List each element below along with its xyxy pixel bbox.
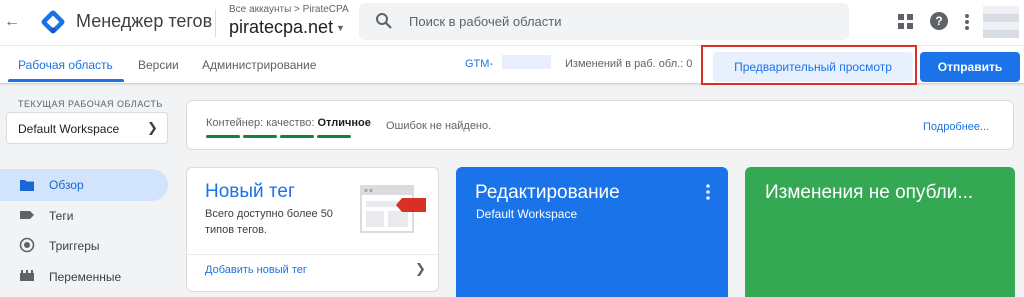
more-vert-icon[interactable] bbox=[963, 12, 971, 32]
sidebar-item-triggers[interactable]: Триггеры bbox=[49, 239, 100, 253]
edit-card-title: Редактирование bbox=[475, 182, 620, 203]
overview-folder-icon bbox=[20, 180, 34, 191]
highlight-box bbox=[701, 45, 917, 85]
changes-card-title: Изменения не опубли... bbox=[765, 182, 974, 203]
caret-down-icon[interactable]: ▼ bbox=[336, 23, 345, 33]
avatar[interactable] bbox=[983, 6, 1019, 38]
tag-illustration-icon bbox=[360, 185, 426, 233]
sidebar-item-label[interactable]: Обзор bbox=[49, 178, 84, 192]
search-input[interactable]: Поиск в рабочей области bbox=[409, 14, 562, 29]
variables-icon bbox=[20, 270, 34, 281]
container-selector[interactable]: piratecpa.net bbox=[229, 17, 333, 38]
help-icon[interactable]: ? bbox=[930, 12, 948, 30]
quality-value: Отличное bbox=[317, 117, 371, 129]
edit-card-subtitle: Default Workspace bbox=[476, 207, 578, 221]
new-tag-title[interactable]: Новый тег bbox=[205, 181, 295, 203]
tab-workspace[interactable]: Рабочая область bbox=[18, 58, 113, 72]
app-title: Менеджер тегов bbox=[76, 11, 213, 31]
quality-status: Ошибок не найдено. bbox=[386, 120, 492, 132]
tab-versions[interactable]: Версии bbox=[138, 58, 179, 72]
tab-admin[interactable]: Администрирование bbox=[202, 58, 316, 72]
more-vert-icon[interactable] bbox=[704, 183, 712, 201]
chevron-right-icon[interactable]: ❯ bbox=[147, 120, 158, 136]
sidebar-item-variables[interactable]: Переменные bbox=[49, 270, 121, 284]
card-divider bbox=[187, 254, 438, 255]
redacted-id bbox=[502, 55, 551, 69]
apps-grid-icon[interactable] bbox=[897, 13, 914, 30]
submit-button[interactable]: Отправить bbox=[920, 52, 1020, 82]
header-divider bbox=[215, 9, 216, 37]
quality-label-text: Контейнер: качество: bbox=[206, 117, 318, 129]
quality-bar-segment bbox=[206, 135, 240, 138]
workspace-changes-count: Изменений в раб. обл.: 0 bbox=[565, 58, 693, 70]
breadcrumb[interactable]: Все аккаунты > PirateCPA bbox=[229, 4, 349, 15]
chevron-right-icon[interactable]: ❯ bbox=[415, 261, 426, 277]
add-new-tag-link[interactable]: Добавить новый тег bbox=[205, 264, 307, 276]
gtm-logo-icon bbox=[41, 10, 65, 34]
quality-bar-segment bbox=[243, 135, 277, 138]
workspace-name[interactable]: Default Workspace bbox=[18, 122, 119, 136]
quality-label: Контейнер: качество: Отличное bbox=[206, 117, 371, 129]
container-id-link[interactable]: GTM- bbox=[465, 58, 493, 70]
sidebar-item-tags[interactable]: Теги bbox=[49, 209, 73, 223]
trigger-icon bbox=[19, 237, 35, 253]
arrow-left-icon[interactable]: ← bbox=[4, 11, 20, 33]
new-tag-description: Всего доступно более 50 типов тегов. bbox=[205, 208, 333, 236]
active-tab-indicator bbox=[8, 79, 124, 82]
quality-bar-segment bbox=[280, 135, 314, 138]
tag-icon bbox=[20, 211, 34, 219]
search-icon bbox=[376, 13, 392, 29]
details-link[interactable]: Подробнее... bbox=[923, 121, 989, 133]
quality-bar-segment bbox=[317, 135, 351, 138]
workspace-label: ТЕКУЩАЯ РАБОЧАЯ ОБЛАСТЬ bbox=[18, 99, 163, 109]
